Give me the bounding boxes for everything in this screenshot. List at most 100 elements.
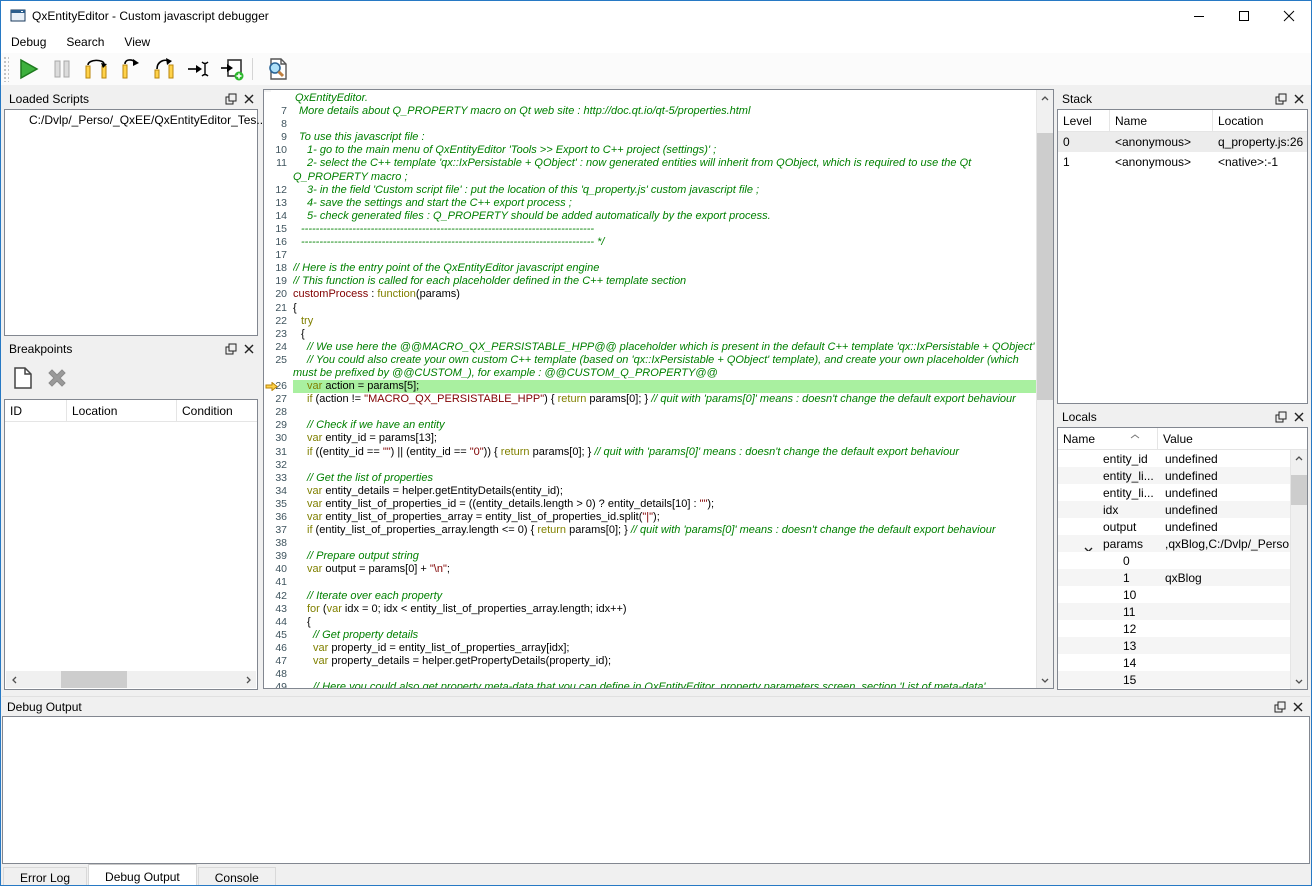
local-row[interactable]: 1qxBlog <box>1058 569 1290 586</box>
scroll-up-icon[interactable] <box>1291 450 1307 467</box>
line-number: 16 <box>264 236 293 249</box>
editor-vertical-scrollbar[interactable] <box>1036 90 1053 688</box>
local-row[interactable]: 10 <box>1058 586 1290 603</box>
local-row[interactable]: entity_li...undefined <box>1058 467 1290 484</box>
line-number: 43 <box>264 603 293 616</box>
local-row[interactable]: 15 <box>1058 671 1290 688</box>
code-line: 26var action = params[5]; <box>264 380 1036 393</box>
column-header-id[interactable]: ID <box>5 400 67 421</box>
float-panel-icon[interactable] <box>1272 409 1290 425</box>
column-header-value[interactable]: Value <box>1158 428 1307 449</box>
search-script-button[interactable] <box>262 55 292 83</box>
continue-button[interactable] <box>13 55 43 83</box>
column-header-location[interactable]: Location <box>67 400 177 421</box>
local-row[interactable]: 13 <box>1058 637 1290 654</box>
horizontal-scrollbar[interactable] <box>6 671 256 688</box>
local-row[interactable]: entity_li...undefined <box>1058 484 1290 501</box>
local-row[interactable]: entity_idundefined <box>1058 450 1290 467</box>
new-breakpoint-button[interactable] <box>8 363 38 393</box>
local-row[interactable]: params,qxBlog,C:/Dvlp/_Perso... <box>1058 535 1290 552</box>
code-line: 48 <box>264 668 1036 681</box>
locals-vertical-scrollbar[interactable] <box>1290 450 1307 689</box>
load-script-button[interactable] <box>217 55 247 83</box>
left-dock: Loaded Scripts C:/Dvlp/_Perso/_QxEE/QxEn… <box>2 86 261 692</box>
line-number: 29 <box>264 419 293 432</box>
loaded-script-item[interactable]: C:/Dvlp/_Perso/_QxEE/QxEntityEditor_Tes.… <box>5 110 257 129</box>
tab-debug-output[interactable]: Debug Output <box>88 864 197 886</box>
local-row[interactable]: 11 <box>1058 603 1290 620</box>
breakpoints-panel: Breakpoints ID <box>4 339 258 690</box>
debug-output-title: Debug Output <box>2 700 1271 714</box>
scroll-right-icon[interactable] <box>239 671 256 688</box>
scroll-down-icon[interactable] <box>1291 672 1307 689</box>
close-panel-icon[interactable] <box>240 341 258 357</box>
line-number: 40 <box>264 563 293 576</box>
line-number: 41 <box>264 576 293 589</box>
line-number: 11 <box>264 157 293 170</box>
delete-breakpoint-button[interactable] <box>42 363 72 393</box>
column-header-name[interactable]: Name <box>1110 110 1213 131</box>
scroll-up-icon[interactable] <box>1037 90 1053 107</box>
float-panel-icon[interactable] <box>1271 699 1289 715</box>
minimize-button[interactable] <box>1176 1 1221 31</box>
menu-search[interactable]: Search <box>56 32 114 52</box>
code-line: 16--------------------------------------… <box>264 236 1036 249</box>
menu-view[interactable]: View <box>114 32 160 52</box>
line-number <box>264 92 293 105</box>
float-panel-icon[interactable] <box>222 91 240 107</box>
close-button[interactable] <box>1266 1 1311 31</box>
local-row[interactable]: idxundefined <box>1058 501 1290 518</box>
close-panel-icon[interactable] <box>1290 91 1308 107</box>
scroll-down-icon[interactable] <box>1037 671 1053 688</box>
local-row[interactable]: outputundefined <box>1058 518 1290 535</box>
scrollbar-thumb[interactable] <box>1291 475 1307 505</box>
load-script-icon <box>220 57 244 81</box>
close-panel-icon[interactable] <box>1289 699 1307 715</box>
run-to-cursor-button[interactable] <box>183 55 213 83</box>
code-line: 41 <box>264 576 1036 589</box>
stack-row[interactable]: 1<anonymous><native>:-1 <box>1058 152 1307 172</box>
stack-row[interactable]: 0<anonymous>q_property.js:26 <box>1058 132 1307 152</box>
code-editor[interactable]: QxEntityEditor.7More details about Q_PRO… <box>263 89 1054 689</box>
local-row[interactable]: 14 <box>1058 654 1290 671</box>
step-out-button[interactable] <box>115 55 145 83</box>
search-script-icon <box>265 57 289 81</box>
scrollbar-thumb[interactable] <box>61 671 127 688</box>
line-number: 49 <box>264 681 293 688</box>
line-number: 21 <box>264 302 293 315</box>
toolbar-separator <box>252 58 253 80</box>
step-into-button[interactable] <box>149 55 179 83</box>
titlebar: QxEntityEditor - Custom javascript debug… <box>1 1 1311 31</box>
menu-debug[interactable]: Debug <box>1 32 56 52</box>
scroll-left-icon[interactable] <box>6 671 23 688</box>
maximize-button[interactable] <box>1221 1 1266 31</box>
pause-button[interactable] <box>47 55 77 83</box>
code-line: 42// Iterate over each property <box>264 590 1036 603</box>
code-line: 39// Prepare output string <box>264 550 1036 563</box>
line-number: 28 <box>264 406 293 419</box>
local-row[interactable]: 0 <box>1058 552 1290 569</box>
line-number: 34 <box>264 485 293 498</box>
close-panel-icon[interactable] <box>240 91 258 107</box>
tab-error-log[interactable]: Error Log <box>3 867 87 886</box>
column-header-condition[interactable]: Condition <box>177 400 257 421</box>
float-panel-icon[interactable] <box>1272 91 1290 107</box>
local-row[interactable]: 12 <box>1058 620 1290 637</box>
debug-output-content[interactable] <box>2 716 1310 864</box>
expand-chevron-icon[interactable] <box>1084 542 1093 551</box>
loaded-scripts-title: Loaded Scripts <box>4 92 222 106</box>
scrollbar-thumb[interactable] <box>1037 133 1053 400</box>
code-line: QxEntityEditor. <box>264 92 1036 105</box>
float-panel-icon[interactable] <box>222 341 240 357</box>
column-header-level[interactable]: Level <box>1058 110 1110 131</box>
step-over-button[interactable] <box>81 55 111 83</box>
debugger-window: QxEntityEditor - Custom javascript debug… <box>0 0 1312 886</box>
toolbar-drag-handle[interactable] <box>3 56 9 82</box>
code-line: 7More details about Q_PROPERTY macro on … <box>264 105 1036 118</box>
close-panel-icon[interactable] <box>1290 409 1308 425</box>
column-header-location[interactable]: Location <box>1213 110 1307 131</box>
right-dock: Stack Level Name Location 0<anonymous>q_… <box>1057 86 1310 692</box>
code-line: 17 <box>264 249 1036 262</box>
tab-console[interactable]: Console <box>198 867 276 886</box>
column-header-name[interactable]: Name <box>1058 428 1158 449</box>
